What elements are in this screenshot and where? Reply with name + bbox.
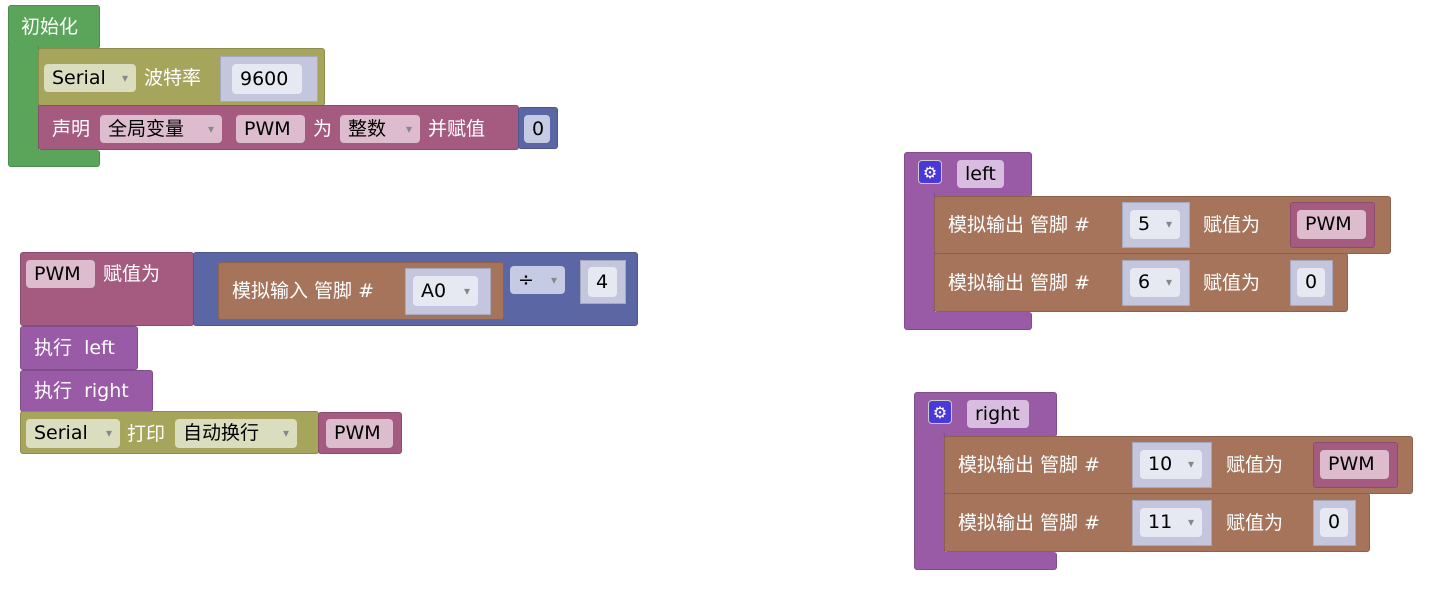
assign-label: 赋值为	[103, 263, 161, 285]
setup-title: 初始化	[21, 16, 79, 38]
assign-label: 赋值为	[1203, 272, 1261, 294]
analog-out-label: 模拟输出 管脚 #	[958, 512, 1100, 534]
analog-out-label: 模拟输出 管脚 #	[948, 214, 1090, 236]
gear-icon[interactable]: ⚙	[918, 160, 942, 184]
analog-out-label: 模拟输出 管脚 #	[948, 272, 1090, 294]
var-field[interactable]: PWM	[26, 260, 95, 288]
proc-name-field[interactable]: left	[957, 160, 1004, 188]
proc-name-field[interactable]: right	[967, 400, 1029, 428]
call-right-label: 执行 right	[34, 380, 129, 402]
proc-foot	[904, 312, 1032, 330]
number-input[interactable]: 0	[524, 115, 550, 143]
value-field[interactable]: PWM	[1297, 210, 1366, 239]
print-mode-dropdown[interactable]: 自动换行	[175, 419, 297, 448]
pin-dropdown[interactable]: 11	[1140, 508, 1202, 537]
baud-label: 波特率	[144, 67, 202, 89]
baud-input[interactable]: 9600	[232, 64, 302, 94]
serial-port-dropdown[interactable]: Serial	[44, 64, 136, 92]
proc-foot	[914, 552, 1057, 570]
print-label: 打印	[127, 423, 166, 445]
as-label: 为	[313, 118, 333, 140]
type-dropdown[interactable]: 整数	[340, 115, 420, 143]
call-left-label: 执行 left	[34, 337, 115, 359]
gear-icon[interactable]: ⚙	[928, 400, 952, 424]
assign-label: 赋值为	[1226, 454, 1284, 476]
pin-dropdown[interactable]: A0	[413, 276, 478, 306]
value-input[interactable]: 0	[1297, 268, 1325, 297]
value-field[interactable]: PWM	[1320, 450, 1389, 479]
pin-dropdown[interactable]: 5	[1130, 210, 1180, 239]
assign-label: 并赋值	[428, 118, 486, 140]
setup-foot	[8, 150, 100, 167]
proc-body	[914, 432, 945, 557]
operator-dropdown[interactable]: ÷	[510, 266, 565, 294]
scope-dropdown[interactable]: 全局变量	[100, 115, 222, 143]
value-input[interactable]: 0	[1320, 508, 1348, 537]
setup-body	[8, 45, 39, 155]
assign-label: 赋值为	[1203, 214, 1261, 236]
analog-out-label: 模拟输出 管脚 #	[958, 454, 1100, 476]
declare-label: 声明	[52, 118, 91, 140]
print-value-field[interactable]: PWM	[326, 419, 393, 448]
pin-dropdown[interactable]: 10	[1140, 450, 1202, 479]
divisor-input[interactable]: 4	[588, 267, 617, 297]
print-port-dropdown[interactable]: Serial	[26, 419, 120, 448]
analog-in-label: 模拟输入 管脚 #	[232, 280, 374, 302]
assign-label: 赋值为	[1226, 512, 1284, 534]
var-name-field[interactable]: PWM	[236, 115, 305, 143]
proc-body	[904, 192, 935, 317]
pin-dropdown[interactable]: 6	[1130, 268, 1180, 297]
